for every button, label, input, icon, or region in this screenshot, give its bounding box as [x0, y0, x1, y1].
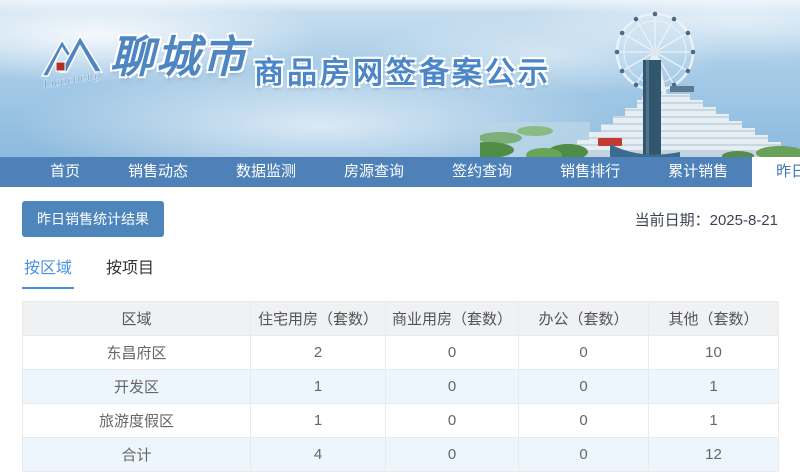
nav-item-data-monitor[interactable]: 数据监测 — [212, 157, 320, 187]
view-tabs: 按区域 按项目 — [22, 254, 778, 289]
residential-cell: 1 — [250, 369, 386, 404]
office-cell: 0 — [518, 335, 649, 370]
site-banner: Liaocheng 聊城市 商品房网签备案公示 — [0, 0, 800, 157]
liaocheng-logo-icon: Liaocheng — [40, 34, 104, 91]
city-name: 聊城市 — [110, 32, 248, 83]
table-row: 旅游度假区 1 0 0 1 — [22, 403, 779, 438]
col-header-region: 区域 — [22, 301, 251, 336]
table-row: 东昌府区 2 0 0 10 — [22, 335, 779, 370]
office-cell: 0 — [518, 403, 649, 438]
office-cell: 0 — [518, 437, 649, 472]
table-header-row: 区域 住宅用房（套数） 商业用房（套数） 办公（套数） 其他（套数） — [22, 301, 779, 336]
current-date: 当前日期：2025-8-21 — [635, 209, 778, 230]
table-row: 开发区 1 0 0 1 — [22, 369, 779, 404]
other-cell: 1 — [648, 369, 779, 404]
nav-item-sales-ranking[interactable]: 销售排行 — [536, 157, 644, 187]
banner-title: 商品房网签备案公示 — [254, 57, 551, 90]
current-date-label: 当前日期： — [634, 211, 710, 229]
commercial-cell: 0 — [385, 437, 519, 472]
toolbar: 昨日销售统计结果 当前日期：2025-8-21 — [22, 201, 778, 237]
nav-item-contract-query[interactable]: 签约查询 — [428, 157, 536, 187]
col-header-office: 办公（套数） — [518, 301, 649, 336]
nav-item-yesterday-sales[interactable]: 昨日销售 — [752, 157, 800, 187]
yesterday-sales-result-button[interactable]: 昨日销售统计结果 — [22, 201, 164, 237]
other-cell: 12 — [648, 437, 779, 472]
region-sales-table: 区域 住宅用房（套数） 商业用房（套数） 办公（套数） 其他（套数） 东昌府区 … — [22, 301, 779, 472]
nav-item-cumulative-sales[interactable]: 累计销售 — [644, 157, 752, 187]
col-header-commercial: 商业用房（套数） — [385, 301, 519, 336]
region-cell: 合计 — [22, 437, 251, 472]
other-cell: 10 — [648, 335, 779, 370]
residential-cell: 1 — [250, 403, 386, 438]
tab-by-project[interactable]: 按项目 — [104, 254, 156, 289]
current-date-value: 2025-8-21 — [709, 211, 778, 229]
col-header-residential: 住宅用房（套数） — [250, 301, 386, 336]
nav-item-home[interactable]: 首页 — [26, 157, 104, 187]
region-cell: 东昌府区 — [22, 335, 251, 370]
region-cell: 开发区 — [22, 369, 251, 404]
commercial-cell: 0 — [385, 403, 519, 438]
commercial-cell: 0 — [385, 369, 519, 404]
nav-item-sales-dynamics[interactable]: 销售动态 — [104, 157, 212, 187]
office-cell: 0 — [518, 369, 649, 404]
nav-item-listing-query[interactable]: 房源查询 — [320, 157, 428, 187]
col-header-other: 其他（套数） — [648, 301, 779, 336]
main-nav: 首页 销售动态 数据监测 房源查询 签约查询 销售排行 累计销售 昨日销售 合同… — [0, 157, 800, 187]
region-cell: 旅游度假区 — [22, 403, 251, 438]
other-cell: 1 — [648, 403, 779, 438]
commercial-cell: 0 — [385, 335, 519, 370]
site-brand: Liaocheng 聊城市 商品房网签备案公示 — [40, 26, 551, 94]
residential-cell: 2 — [250, 335, 386, 370]
table-row-total: 合计 4 0 0 12 — [22, 437, 779, 472]
tab-by-region[interactable]: 按区域 — [22, 254, 75, 289]
residential-cell: 4 — [250, 437, 386, 472]
